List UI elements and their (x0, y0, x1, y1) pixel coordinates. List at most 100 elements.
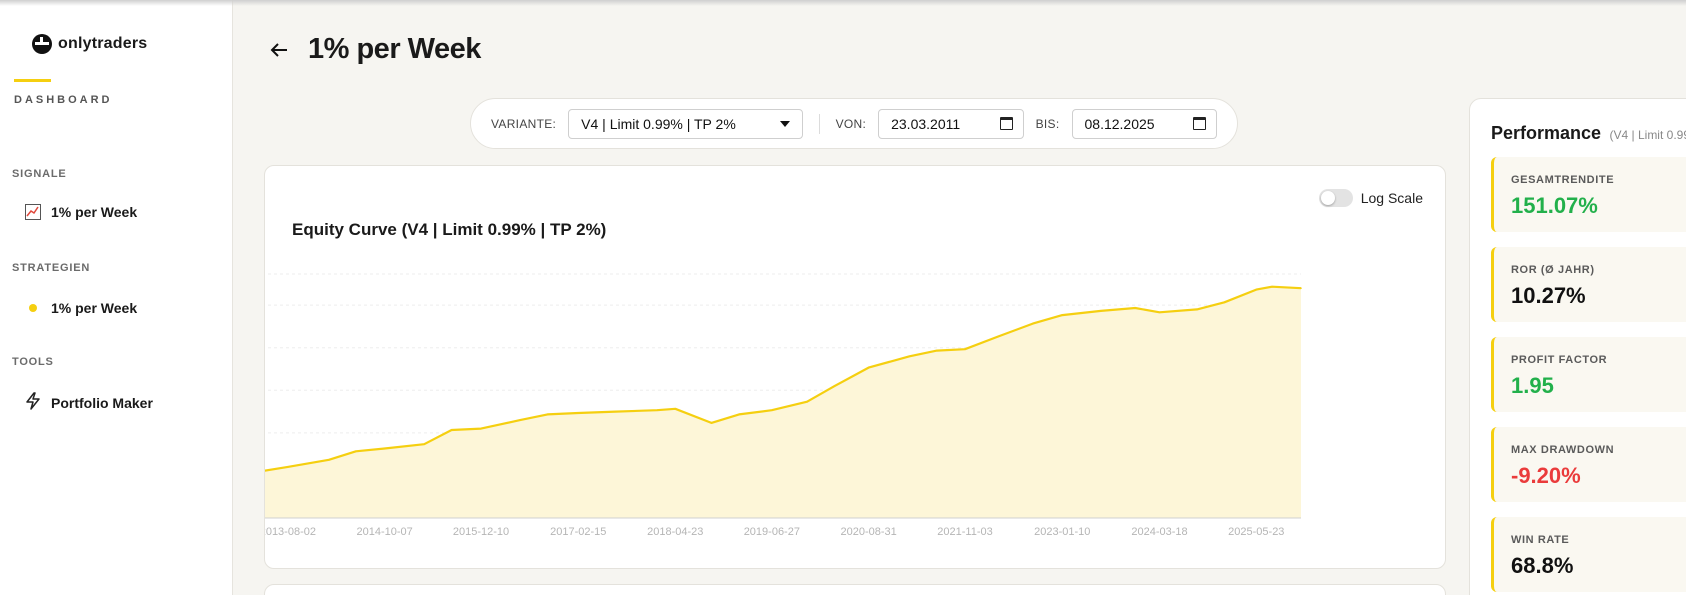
kpi-label: ROR (Ø JAHR) (1511, 264, 1595, 276)
equity-point (450, 429, 453, 431)
section-label-strategien: STRATEGIEN (12, 262, 91, 274)
x-tick-label: 2018-04-23 (647, 526, 703, 538)
performance-header: Performance (V4 | Limit 0.99% | TP 2%) (1491, 123, 1686, 144)
sidebar-item-portfolio-maker[interactable]: Portfolio Maker (25, 392, 153, 413)
x-tick-label: 2021-11-03 (937, 526, 992, 538)
equity-point (1196, 308, 1198, 311)
sidebar: onlytraders DASHBOARD SIGNALE 1% per Wee… (0, 0, 233, 595)
equity-point (577, 412, 580, 414)
equity-point (383, 447, 386, 450)
equity-point (1158, 311, 1161, 314)
to-label: BIS: (1035, 116, 1060, 131)
kpi-label: PROFIT FACTOR (1511, 354, 1608, 366)
variant-value: V4 | Limit 0.99% | TP 2% (581, 115, 736, 132)
to-date-input[interactable]: 08.12.2025 (1071, 108, 1217, 139)
to-date-value: 08.12.2025 (1084, 115, 1155, 132)
equity-point (423, 443, 425, 446)
equity-point (936, 349, 938, 352)
equity-point (355, 450, 357, 453)
x-tick-label: 2019-06-27 (744, 526, 800, 538)
chart-icon (25, 204, 41, 220)
kpi-value: -9.20% (1511, 463, 1581, 488)
calendar-icon[interactable] (1193, 117, 1206, 130)
from-date-input[interactable]: 23.03.2011 (878, 108, 1024, 139)
equity-chart-card: Log Scale Equity Curve (V4 | Limit 0.99%… (264, 165, 1446, 569)
equity-curve-chart: 9,00012,00015,00018,00021,00024,00026,19… (265, 273, 1302, 538)
equity-point (1061, 314, 1064, 316)
kpi-value: 151.07% (1511, 193, 1598, 218)
filter-bar: VARIANTE: V4 | Limit 0.99% | TP 2% VON: … (470, 98, 1238, 149)
equity-point (771, 409, 773, 411)
dashboard-link[interactable]: DASHBOARD (14, 94, 113, 106)
variant-label: VARIANTE: (491, 116, 557, 131)
variant-select[interactable]: V4 | Limit 0.99% | TP 2% (568, 108, 803, 139)
lightning-icon (25, 392, 41, 413)
brand-logo[interactable]: onlytraders (32, 34, 147, 54)
equity-point (867, 366, 870, 369)
equity-point (833, 385, 836, 387)
x-tick-label: 2024-03-18 (1131, 526, 1187, 538)
equity-point (674, 407, 677, 410)
kpi-card-ror: ROR (Ø JAHR) 10.27% (1491, 247, 1686, 322)
equity-point (806, 400, 808, 403)
kpi-label: WIN RATE (1511, 534, 1570, 546)
kpi-label: GESAMTRENDITE (1511, 174, 1615, 186)
dot-icon (29, 304, 37, 312)
chevron-down-icon (779, 120, 790, 127)
equity-point (908, 355, 911, 358)
equity-point (480, 427, 482, 430)
performance-subtitle: (V4 | Limit 0.99% | TP 2%) (1609, 128, 1686, 142)
equity-point (1223, 301, 1226, 304)
performance-panel: Performance (V4 | Limit 0.99% | TP 2%) G… (1469, 98, 1686, 595)
equity-point (519, 419, 521, 421)
kpi-value: 1.95 (1511, 373, 1554, 398)
equity-point (1300, 287, 1302, 289)
x-tick-label: 2013-08-02 (265, 526, 316, 538)
x-tick-label: 2014-10-07 (356, 526, 412, 538)
equity-point (1134, 307, 1137, 309)
equity-point (1100, 310, 1102, 312)
equity-point (287, 466, 289, 468)
sidebar-item-label: 1% per Week (51, 204, 138, 220)
back-arrow-icon[interactable] (267, 38, 291, 62)
section-label-signale: SIGNALE (12, 168, 67, 180)
equity-point (546, 413, 549, 416)
sidebar-item-label: 1% per Week (51, 300, 138, 316)
kpi-card-gesamtrendite: GESAMTRENDITE 151.07% (1491, 157, 1686, 232)
kpi-value: 10.27% (1511, 283, 1586, 308)
kpi-card-win-rate: WIN RATE 68.8% (1491, 517, 1686, 592)
performance-title: Performance (1491, 123, 1602, 143)
equity-point (328, 459, 330, 461)
equity-point (614, 410, 617, 413)
kpi-label: MAX DRAWDOWN (1511, 444, 1615, 456)
equity-point (964, 348, 966, 350)
equity-point (656, 409, 658, 411)
top-shadow (0, 0, 1686, 6)
logo-underline (14, 79, 51, 82)
sidebar-item-strategy-1pct[interactable]: 1% per Week (25, 300, 137, 316)
divider (818, 113, 820, 134)
x-tick-label: 2020-08-31 (841, 526, 897, 538)
x-tick-label: 2015-12-10 (453, 526, 509, 538)
equity-point (710, 422, 713, 424)
equity-point (738, 413, 740, 416)
equity-point (997, 335, 1000, 338)
secondary-card (264, 584, 1446, 595)
calendar-icon[interactable] (999, 117, 1013, 130)
section-label-tools: TOOLS (12, 356, 54, 368)
kpi-card-max-drawdown: MAX DRAWDOWN -9.20% (1491, 427, 1686, 502)
from-label: VON: (835, 116, 867, 131)
kpi-card-profit-factor: PROFIT FACTOR 1.95 (1491, 337, 1686, 412)
equity-area (265, 286, 1301, 518)
x-tick-label: 2023-01-10 (1034, 526, 1090, 538)
sidebar-item-label: Portfolio Maker (51, 394, 153, 411)
sidebar-item-signal-1pct[interactable]: 1% per Week (25, 204, 137, 220)
equity-point (1032, 322, 1034, 325)
x-tick-label: 2017-02-15 (550, 526, 606, 538)
equity-point (1255, 288, 1258, 291)
equity-point (1271, 285, 1273, 288)
from-date-value: 23.03.2011 (891, 115, 961, 132)
logo-icon (32, 34, 52, 54)
x-tick-label: 2025-05-23 (1228, 526, 1284, 538)
brand-name: onlytraders (58, 35, 148, 52)
